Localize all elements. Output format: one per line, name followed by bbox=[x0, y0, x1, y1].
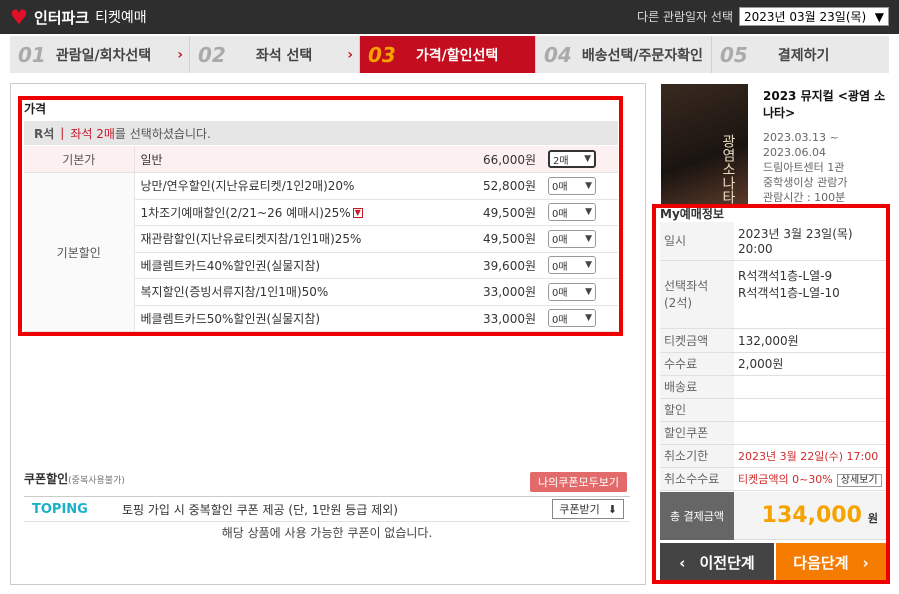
step-5[interactable]: 05 결제하기 bbox=[712, 36, 889, 73]
step-label: 결제하기 bbox=[777, 47, 830, 64]
no-coupon-message: 해당 상품에 사용 가능한 쿠폰이 없습니다. bbox=[221, 526, 433, 540]
date-value: 2023년 03월 23일(목) bbox=[744, 10, 867, 24]
coupon-text: 토핑 가입 시 중복할인 쿠폰 제공 (단, 1만원 등급 제외) bbox=[122, 502, 398, 517]
step-label: 배송선택/주문자확인 bbox=[581, 47, 703, 64]
step-num: 05 bbox=[720, 42, 748, 67]
show-age: 중학생이상 관람가 bbox=[763, 176, 848, 189]
my-booking-highlight-box bbox=[652, 204, 890, 584]
step-label: 좌석 선택 bbox=[255, 47, 313, 64]
chevron-right-icon: › bbox=[347, 46, 353, 63]
logo[interactable]: ♥ 인터파크 티켓예매 bbox=[10, 7, 147, 27]
show-period-end: 2023.06.04 bbox=[763, 146, 826, 159]
top-bar: ♥ 인터파크 티켓예매 다른 관람일자 선택 2023년 03월 23일(목) … bbox=[0, 0, 899, 34]
step-2[interactable]: 02 좌석 선택 › bbox=[190, 36, 360, 73]
step-3[interactable]: 03 가격/할인선택 bbox=[360, 36, 536, 73]
price-highlight-box bbox=[18, 96, 623, 336]
brand-sub: 티켓예매 bbox=[95, 10, 147, 26]
step-num: 01 bbox=[18, 42, 46, 67]
poster-title: 광염소나타 bbox=[720, 134, 736, 204]
download-icon: ⬇ bbox=[607, 502, 617, 516]
show-runtime: 관람시간 : 100분 bbox=[763, 191, 846, 204]
coupon-section: 쿠폰할인(중복사용불가) 나의쿠폰모두보기 TOPING 토핑 가입 시 중복할… bbox=[24, 470, 630, 540]
show-title: 2023 뮤지컬 <광염 소나타> bbox=[763, 89, 886, 120]
show-info: 2023 뮤지컬 <광염 소나타> 2023.03.13 ~ 2023.06.0… bbox=[763, 88, 893, 205]
show-period: 2023.03.13 ~ bbox=[763, 131, 839, 144]
toping-logo: TOPING bbox=[32, 501, 88, 517]
step-num: 04 bbox=[544, 42, 572, 67]
step-label: 관람일/회차선택 bbox=[55, 47, 152, 64]
step-nav: 01 관람일/회차선택 › 02 좌석 선택 › 03 가격/할인선택 04 배송선택/주문… bbox=[10, 36, 889, 73]
date-selector: 다른 관람일자 선택 2023년 03월 23일(목) ▼ bbox=[637, 7, 889, 26]
heart-icon: ♥ bbox=[10, 5, 28, 29]
brand-name: 인터파크 bbox=[33, 8, 90, 27]
date-select[interactable]: 2023년 03월 23일(목) ▼ bbox=[739, 7, 889, 26]
step-4[interactable]: 04 배송선택/주문자확인 bbox=[536, 36, 712, 73]
coupon-note: (중복사용불가) bbox=[68, 476, 125, 486]
chevron-right-icon: › bbox=[177, 46, 183, 63]
step-num: 02 bbox=[198, 42, 226, 67]
step-1[interactable]: 01 관람일/회차선택 › bbox=[10, 36, 190, 73]
date-label: 다른 관람일자 선택 bbox=[637, 10, 733, 24]
get-coupon-label: 쿠폰받기 bbox=[559, 503, 600, 516]
step-num: 03 bbox=[368, 42, 396, 67]
step-label: 가격/할인선택 bbox=[415, 47, 499, 64]
coupon-title-text: 쿠폰할인 bbox=[24, 472, 69, 486]
show-venue: 드림아트센터 1관 bbox=[763, 161, 845, 174]
my-coupons-button[interactable]: 나의쿠폰모두보기 bbox=[530, 472, 627, 492]
chevron-down-icon: ▼ bbox=[874, 9, 884, 24]
get-coupon-button[interactable]: 쿠폰받기 ⬇ bbox=[552, 499, 624, 519]
coupon-row: TOPING 토핑 가입 시 중복할인 쿠폰 제공 (단, 1만원 등급 제외)… bbox=[24, 496, 630, 522]
show-poster: 광염소나타 bbox=[661, 84, 748, 204]
